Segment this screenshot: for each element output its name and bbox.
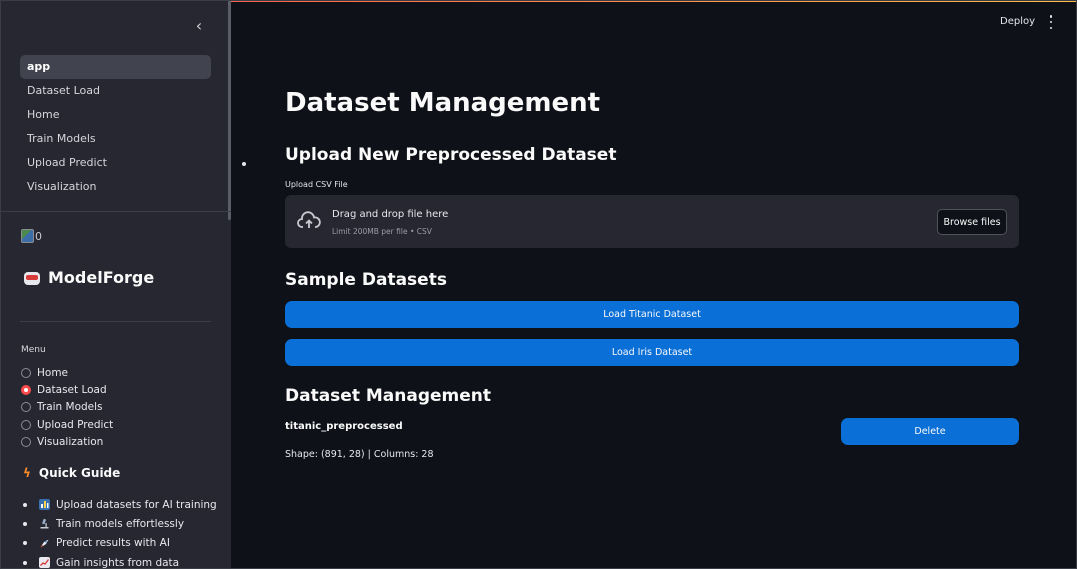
window-frame xyxy=(0,0,1077,569)
